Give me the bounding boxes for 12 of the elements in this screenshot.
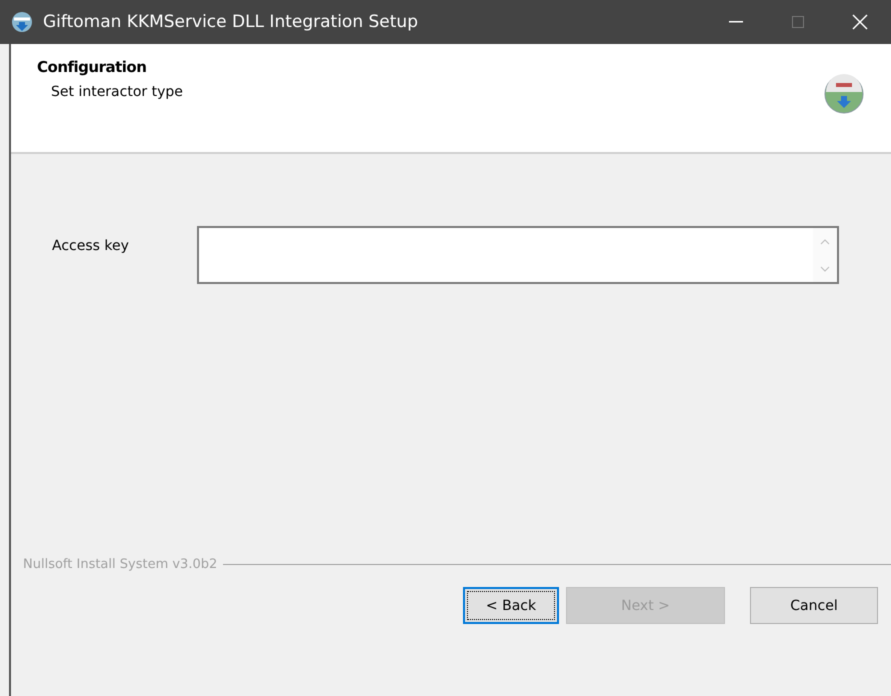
window-title: Giftoman KKMService DLL Integration Setup xyxy=(43,12,419,32)
branding-text: Nullsoft Install System v3.0b2 xyxy=(23,556,218,572)
field-label: Access key xyxy=(52,238,130,254)
installer-icon xyxy=(11,11,33,33)
close-icon[interactable] xyxy=(852,14,868,30)
wizard-button[interactable]: Cancel xyxy=(750,587,878,624)
minimize-icon[interactable] xyxy=(729,21,743,23)
wizard-button[interactable]: < Back xyxy=(463,587,559,624)
page-subtitle: Set interactor type xyxy=(51,84,184,100)
installer-logo-icon xyxy=(824,74,864,114)
page-title: Configuration xyxy=(37,58,148,76)
maximize-icon[interactable] xyxy=(792,16,804,28)
